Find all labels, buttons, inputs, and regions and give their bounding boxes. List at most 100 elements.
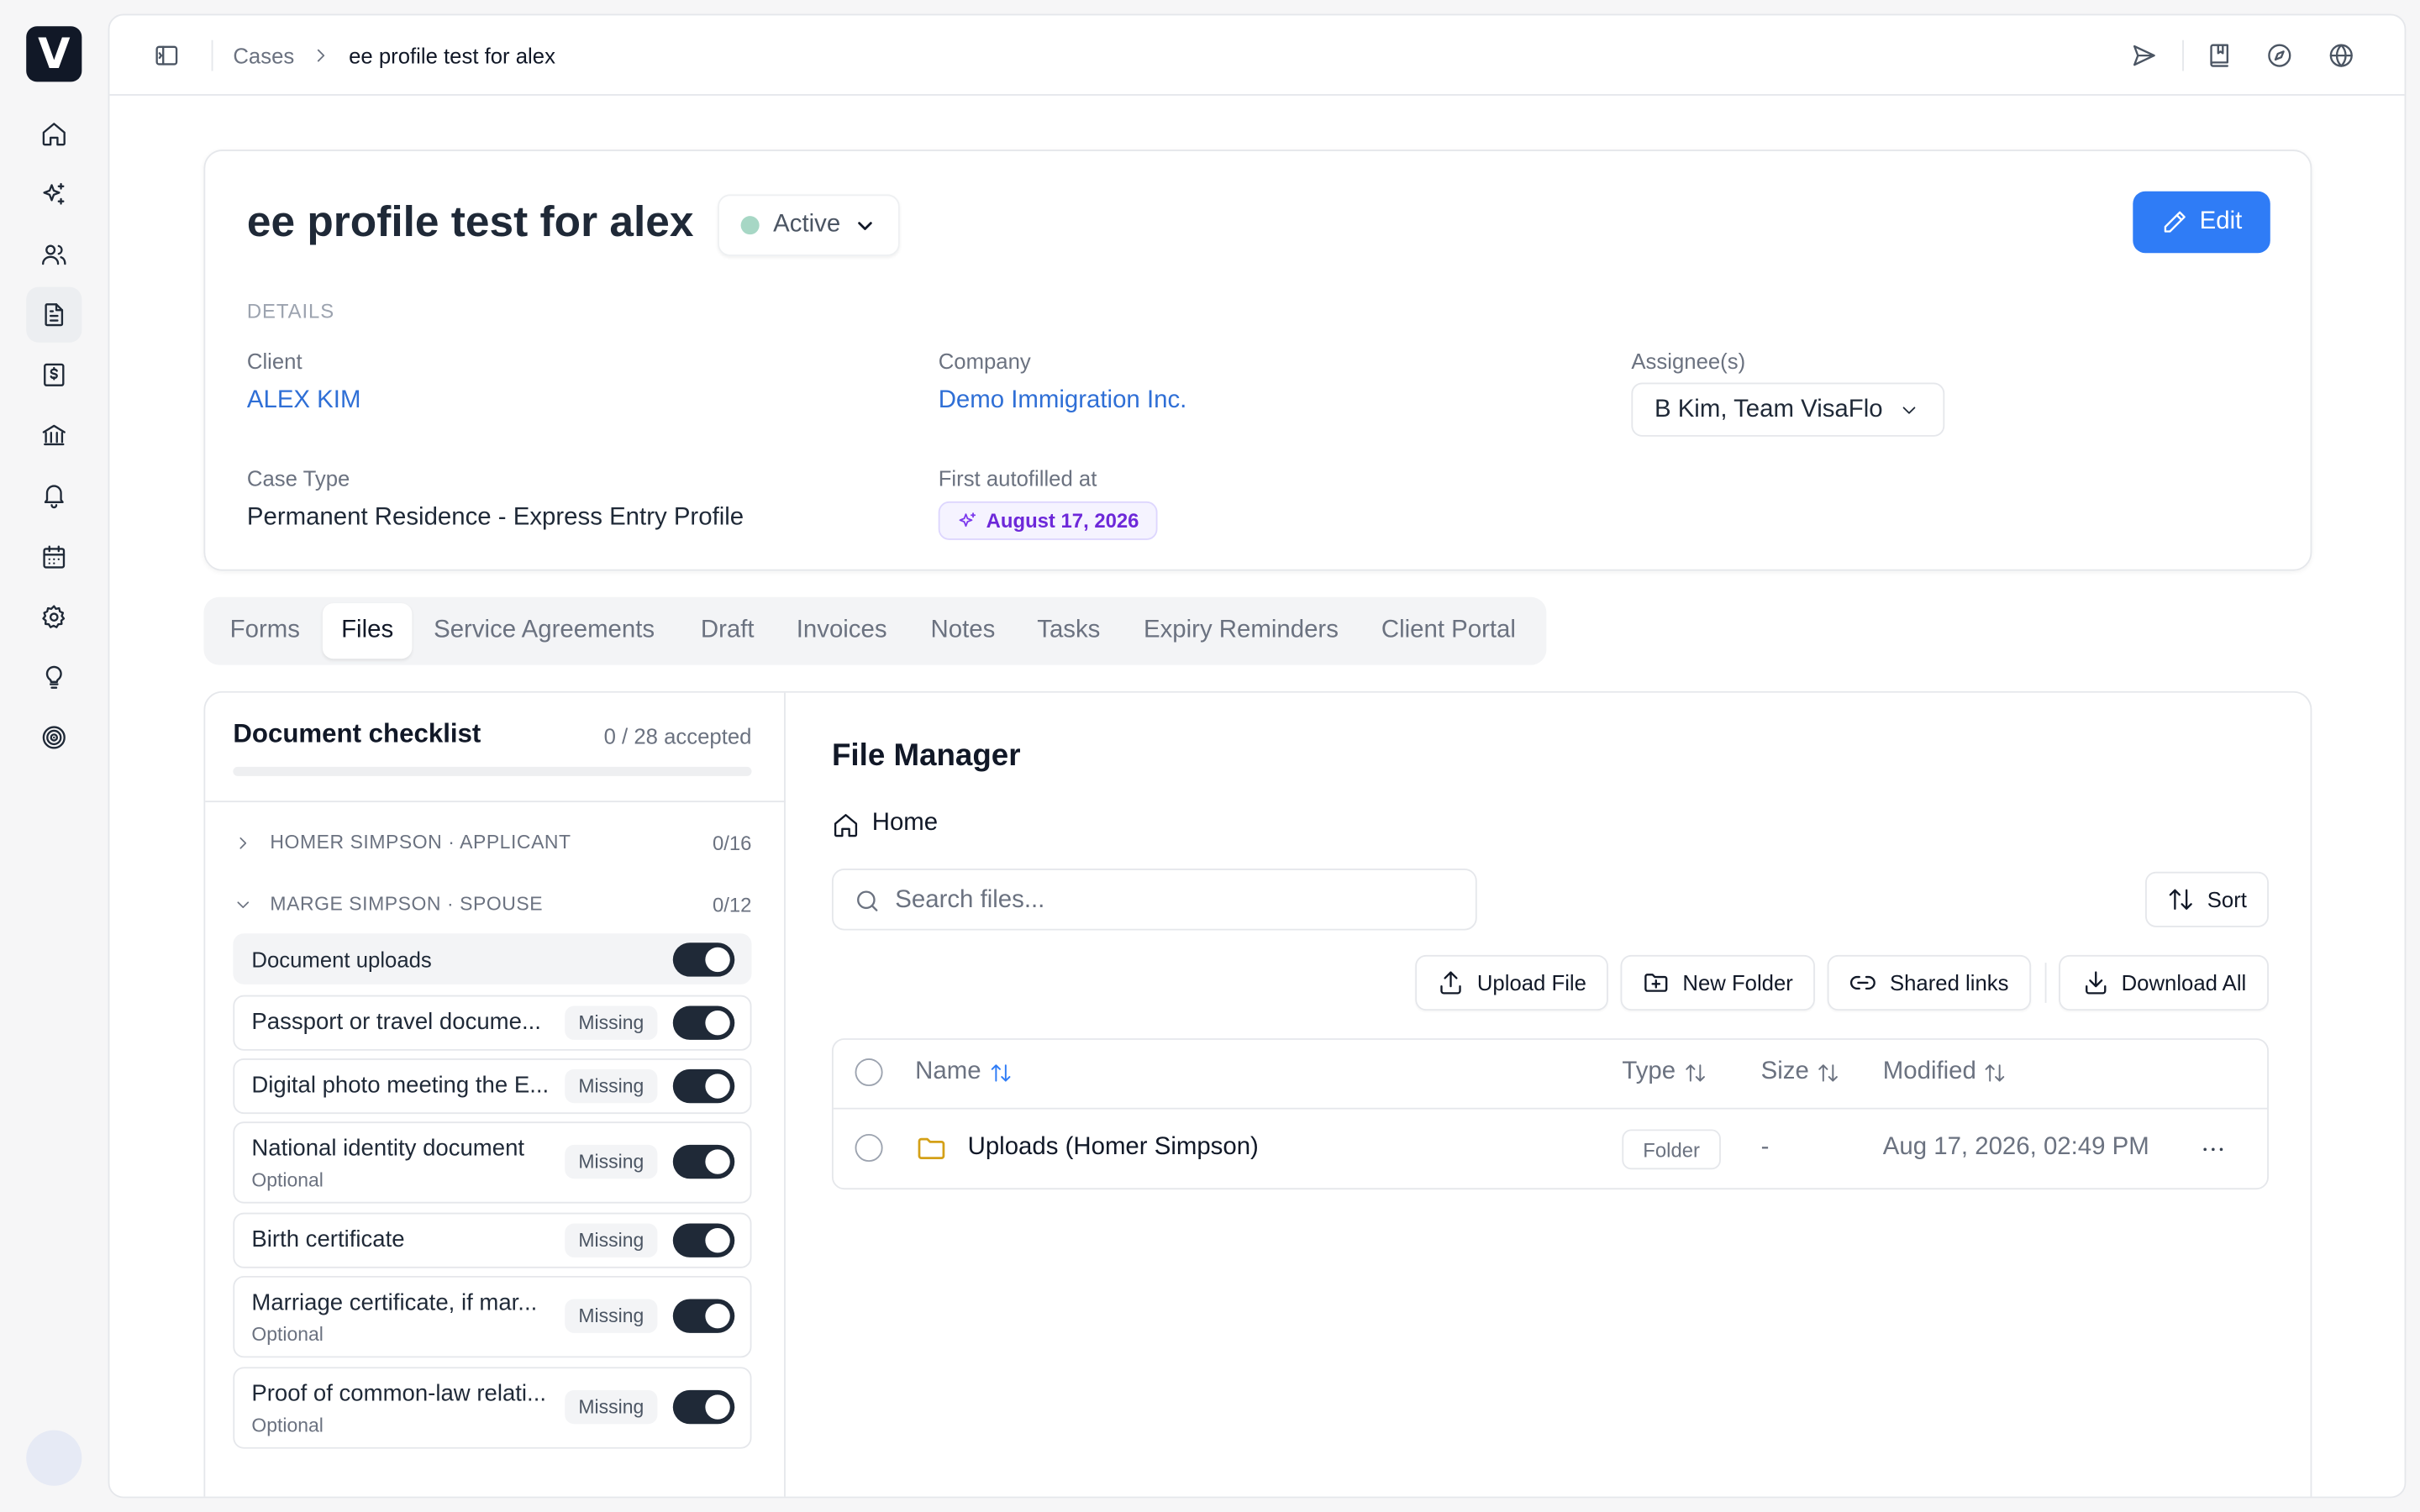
column-size[interactable]: Size xyxy=(1761,1058,1840,1086)
divider xyxy=(211,39,213,71)
column-modified[interactable]: Modified xyxy=(1883,1058,2007,1086)
checklist-item[interactable]: Passport or travel docume... Missing xyxy=(233,995,752,1051)
checklist-count: 0 / 28 accepted xyxy=(603,723,752,748)
sidebar-toggle-button[interactable] xyxy=(153,42,181,70)
client-link[interactable]: ALEX KIM xyxy=(247,387,361,415)
nav-notifications[interactable] xyxy=(26,468,82,523)
row-actions-button[interactable] xyxy=(2199,1136,2227,1163)
nav-calendar[interactable] xyxy=(26,529,82,585)
tab-invoices[interactable]: Invoices xyxy=(797,603,887,659)
new-folder-button[interactable]: New Folder xyxy=(1620,954,1815,1011)
item-toggle[interactable] xyxy=(672,1068,735,1104)
nav-cases[interactable] xyxy=(26,286,82,343)
row-checkbox[interactable] xyxy=(855,1133,883,1163)
column-name-label: Name xyxy=(915,1058,981,1085)
file-size: - xyxy=(1760,1133,1770,1161)
status-badge: Missing xyxy=(565,1144,658,1179)
lightbulb-icon xyxy=(45,665,62,689)
document-uploads-row: Document uploads xyxy=(233,933,752,984)
assignee-select[interactable]: B Kim, Team VisaFlo xyxy=(1631,382,1945,437)
item-toggle[interactable] xyxy=(672,1223,735,1257)
docs-button[interactable] xyxy=(2206,42,2233,70)
group-count: 0/16 xyxy=(712,831,752,854)
link-icon xyxy=(1850,975,1876,990)
nav-home[interactable] xyxy=(26,107,82,162)
shared-links-label: Shared links xyxy=(1889,970,2009,995)
language-button[interactable] xyxy=(2328,42,2355,70)
bank-icon xyxy=(42,424,66,446)
group-marge-simpson[interactable]: MARGE SIMPSON · SPOUSE 0/12 xyxy=(233,887,751,921)
tab-tasks[interactable]: Tasks xyxy=(1037,603,1100,659)
tab-files[interactable]: Files xyxy=(322,603,413,659)
nav-tips[interactable] xyxy=(26,649,82,705)
path-home[interactable]: Home xyxy=(872,810,938,837)
file-name[interactable]: Uploads (Homer Simpson) xyxy=(968,1134,1259,1162)
column-size-label: Size xyxy=(1760,1058,1809,1085)
explore-button[interactable] xyxy=(2265,42,2293,70)
breadcrumb-cases[interactable]: Cases xyxy=(233,43,294,67)
tab-notes[interactable]: Notes xyxy=(931,603,996,659)
checklist-item[interactable]: Marriage certificate, if mar... Optional… xyxy=(233,1275,752,1358)
case-summary-card: ee profile test for alex Active Edit DET… xyxy=(203,150,2312,571)
group-count: 0/12 xyxy=(712,892,752,916)
app-logo[interactable]: V xyxy=(26,26,82,82)
document-uploads-toggle[interactable] xyxy=(672,942,735,977)
edit-button[interactable]: Edit xyxy=(2133,191,2270,254)
item-toggle[interactable] xyxy=(672,1005,735,1040)
item-toggle[interactable] xyxy=(672,1389,735,1425)
sort-button[interactable]: Sort xyxy=(2145,871,2269,927)
status-dropdown[interactable]: Active xyxy=(718,194,900,256)
sort-icon xyxy=(2169,889,2193,910)
tab-service-agreements[interactable]: Service Agreements xyxy=(434,603,655,659)
file-text-icon xyxy=(45,303,64,327)
select-all-checkbox[interactable] xyxy=(855,1058,883,1087)
status-badge: Missing xyxy=(565,1299,658,1333)
company-link[interactable]: Demo Immigration Inc. xyxy=(939,387,1187,415)
upload-icon xyxy=(1440,971,1461,995)
send-button[interactable] xyxy=(2130,42,2158,70)
tab-draft[interactable]: Draft xyxy=(701,603,755,659)
checklist-item[interactable]: Digital photo meeting the E... Missing xyxy=(233,1058,752,1115)
status-badge: Missing xyxy=(565,1389,658,1425)
calendar-icon xyxy=(43,545,66,569)
group-homer-simpson[interactable]: HOMER SIMPSON · APPLICANT 0/16 xyxy=(233,826,751,859)
checklist-item[interactable]: National identity document Optional Miss… xyxy=(233,1121,752,1204)
home-icon xyxy=(42,123,66,146)
tab-client-portal[interactable]: Client Portal xyxy=(1381,603,1516,659)
column-type[interactable]: Type xyxy=(1622,1058,1706,1086)
sort-icon xyxy=(1685,1063,1705,1081)
shared-links-button[interactable]: Shared links xyxy=(1827,954,2032,1011)
more-horizontal-icon xyxy=(2203,1147,2223,1152)
app-root: V Cases ee profile test for alex ee prof… xyxy=(0,0,2420,1512)
item-toggle[interactable] xyxy=(672,1299,735,1333)
status-badge: Missing xyxy=(565,1068,658,1104)
download-all-button[interactable]: Download All xyxy=(2059,954,2269,1011)
checklist-item[interactable]: Proof of common-law relati... Optional M… xyxy=(233,1367,752,1449)
column-name[interactable]: Name xyxy=(915,1058,1012,1086)
sort-icon xyxy=(991,1063,1010,1081)
nav-billing[interactable] xyxy=(26,347,82,402)
autofill-label: First autofilled at xyxy=(938,465,1097,491)
checklist-item[interactable]: Birth certificate Missing xyxy=(233,1212,752,1268)
divider xyxy=(2182,39,2184,71)
checklist-progress-bar xyxy=(233,766,752,776)
nav-ai[interactable] xyxy=(26,166,82,222)
item-title: Digital photo meeting the E... xyxy=(251,1072,550,1099)
status-badge: Missing xyxy=(565,1223,658,1257)
case-type-label: Case Type xyxy=(246,465,350,491)
tab-expiry-reminders[interactable]: Expiry Reminders xyxy=(1144,603,1339,659)
upload-file-button[interactable]: Upload File xyxy=(1415,954,1608,1011)
nav-settings[interactable] xyxy=(26,590,82,645)
nav-institutions[interactable] xyxy=(26,407,82,463)
panel-left-icon xyxy=(155,45,178,66)
home-icon[interactable] xyxy=(832,811,860,839)
nav-security[interactable] xyxy=(26,710,82,765)
avatar[interactable] xyxy=(26,1430,82,1486)
nav-clients[interactable] xyxy=(26,227,82,282)
item-toggle[interactable] xyxy=(672,1144,735,1179)
files-panel: Document checklist 0 / 28 accepted HOMER… xyxy=(203,690,2312,1497)
tab-forms[interactable]: Forms xyxy=(230,603,300,659)
divider xyxy=(833,1107,2268,1110)
send-icon xyxy=(2133,45,2155,66)
search-input[interactable]: Search files... xyxy=(831,869,1477,931)
